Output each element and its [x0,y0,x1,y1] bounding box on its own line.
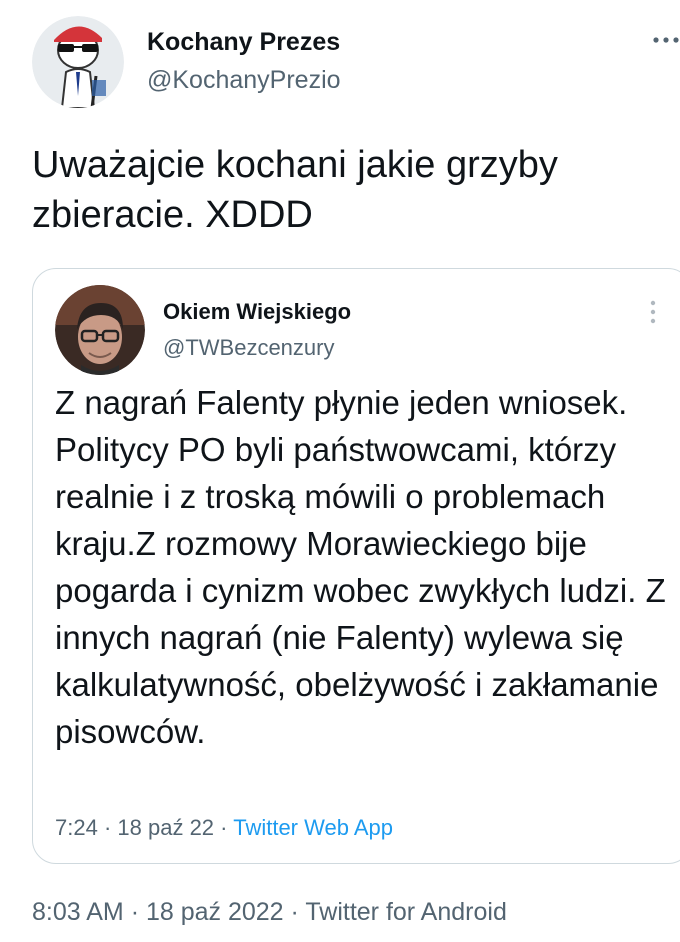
tweet-text: Uważajcie kochani jakie grzyby zbieracie… [32,144,558,236]
more-vertical-icon[interactable] [641,297,665,327]
tweet-date[interactable]: 18 paź 2022 [146,898,284,926]
tweet: Kochany Prezes @KochanyPrezio Uważajcie … [0,0,680,942]
author-name[interactable]: Kochany Prezes [147,28,340,57]
meta-separator: · [130,898,140,926]
quoted-author-handle[interactable]: @TWBezcenzury [163,335,334,361]
meta-separator: · [290,898,299,926]
quoted-author-avatar[interactable] [55,285,145,375]
tweet-time[interactable]: 8:03 AM [32,898,124,926]
author-avatar[interactable] [32,16,124,108]
quoted-tweet-date: 18 paź 22 [117,815,215,840]
tweet-meta: 8:03 AM · 18 paź 2022 · Twitter for Andr… [32,898,507,927]
quoted-tweet-time: 7:24 [55,815,98,840]
quoted-tweet-source-link[interactable]: Twitter Web App [233,815,393,840]
author-handle[interactable]: @KochanyPrezio [147,66,341,95]
meta-separator: · [220,815,228,840]
quoted-author-name[interactable]: Okiem Wiejskiego [163,299,351,325]
quoted-tweet-text: Z nagrań Falenty płynie jeden wniosek. P… [55,384,666,750]
quoted-tweet-card[interactable]: Okiem Wiejskiego @TWBezcenzury Z nagrań … [32,268,680,864]
meta-separator: · [103,815,112,840]
tweet-source: Twitter for Android [305,898,507,926]
quoted-tweet-meta: 7:24 · 18 paź 22 · Twitter Web App [55,815,393,841]
more-horizontal-icon[interactable] [652,26,680,54]
